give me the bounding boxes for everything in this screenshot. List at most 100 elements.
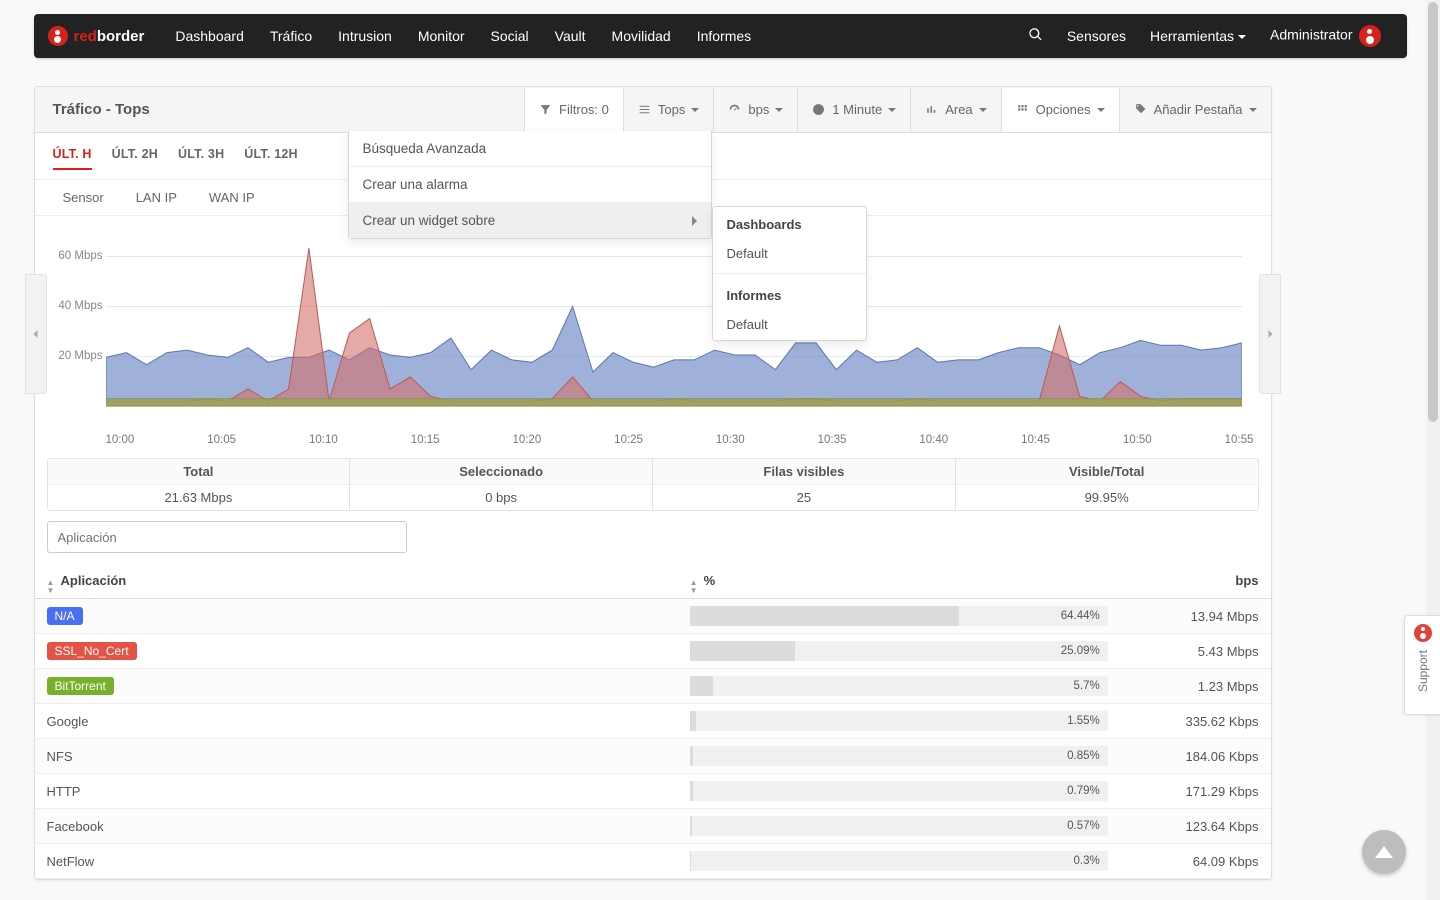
pct-bar: 0.85% (690, 746, 1108, 766)
stat-visible-total: Visible/Total 99.95% (955, 459, 1258, 510)
nav-sensores[interactable]: Sensores (1055, 28, 1138, 44)
app-badge: BitTorrent (47, 677, 114, 695)
table-cell-bps: 64.09 Kbps (1120, 844, 1271, 879)
nav-vault[interactable]: Vault (542, 14, 599, 58)
toolbar-filtros-label: Filtros: 0 (559, 102, 609, 117)
table-row[interactable]: N/A64.44%13.94 Mbps (35, 599, 1271, 634)
pct-bar-label: 0.57% (1067, 816, 1100, 836)
opciones-dropdown: Búsqueda Avanzada Crear una alarma Crear… (348, 131, 712, 239)
nav-trafico[interactable]: Tráfico (257, 14, 325, 58)
table-row[interactable]: BitTorrent 5.7% 1.23 Mbps (35, 669, 1271, 704)
pct-bar-label: 0.85% (1067, 746, 1100, 766)
table-cell-app: HTTP (35, 774, 678, 809)
range-tab-ult-3h[interactable]: ÚLT. 3H (178, 147, 224, 170)
pct-bar-label: 1.55% (1067, 711, 1100, 731)
gauge-icon (728, 103, 741, 116)
brand-red: red (74, 28, 97, 45)
toolbar-bps[interactable]: bps (713, 88, 797, 132)
pct-bar-fill (690, 641, 795, 661)
chart-y-label: 40 Mbps (51, 300, 103, 312)
table-row[interactable]: Google 1.55% 335.62 Kbps (35, 704, 1271, 739)
toolbar-interval[interactable]: 1 Minute (797, 88, 910, 132)
toolbar-opciones[interactable]: Opciones (1001, 88, 1119, 132)
filter-input-wrap (47, 521, 1259, 553)
nav-monitor[interactable]: Monitor (405, 14, 478, 58)
pct-bar-label: 5.7% (1074, 676, 1100, 696)
range-tab-ult-h[interactable]: ÚLT. H (53, 147, 92, 170)
table-cell-bps: 335.62 Kbps (1120, 704, 1271, 739)
table-col-bps[interactable]: bps (1120, 563, 1271, 599)
toolbar-filtros[interactable]: Filtros: 0 (524, 88, 623, 132)
scroll-to-top-button[interactable] (1362, 830, 1406, 874)
stat-seleccionado: Seleccionado 0 bps (349, 459, 652, 510)
nav-informes[interactable]: Informes (684, 14, 764, 58)
chart-area-wrap: 60 Mbps 40 Mbps 20 Mbps 10:00 10:05 10:1… (35, 216, 1271, 452)
pct-bar: 0.57% (690, 816, 1108, 836)
table-cell-bps: 1.23 Mbps (1120, 669, 1271, 704)
metric-tab-wan-ip[interactable]: WAN IP (209, 190, 255, 205)
nav-movilidad[interactable]: Movilidad (599, 14, 684, 58)
nav-dashboard[interactable]: Dashboard (162, 14, 257, 58)
list-icon (638, 103, 651, 116)
table-col-aplicacion[interactable]: Aplicación (35, 563, 678, 599)
table-row[interactable]: NetFlow0.3%64.09 Kbps (35, 844, 1271, 879)
table-row[interactable]: HTTP0.79%171.29 Kbps (35, 774, 1271, 809)
opciones-busqueda-avanzada[interactable]: Búsqueda Avanzada (349, 131, 711, 167)
table-cell-app: Google (35, 704, 678, 739)
toolbar-area[interactable]: Area (910, 88, 1000, 132)
table-cell-bps: 13.94 Mbps (1120, 599, 1271, 634)
filter-icon (539, 103, 552, 116)
submenu-dashboards-default[interactable]: Default (713, 238, 866, 269)
opciones-crear-widget[interactable]: Crear un widget sobre (349, 203, 711, 238)
table-cell-pct: 0.3% (678, 844, 1120, 879)
table-cell-pct: 0.85% (678, 739, 1120, 774)
pct-bar-fill (690, 606, 959, 626)
panel-toolbar: Tráfico - Tops Filtros: 0 Tops bps 1 Min… (35, 87, 1271, 133)
brand-logo[interactable]: redborder (48, 26, 145, 46)
metric-tab-lan-ip[interactable]: LAN IP (136, 190, 177, 205)
toolbar-area-label: Area (945, 102, 972, 117)
app-badge: SSL_No_Cert (47, 642, 137, 660)
application-filter-input[interactable] (47, 521, 407, 553)
avatar-icon (1359, 25, 1381, 47)
table-cell-bps: 184.06 Kbps (1120, 739, 1271, 774)
table-cell-app: SSL_No_Cert (35, 634, 678, 669)
submenu-informes-default[interactable]: Default (713, 309, 866, 340)
support-icon (1414, 624, 1432, 642)
table-col-pct[interactable]: % (678, 563, 1120, 599)
nav-administrator[interactable]: Administrator (1258, 25, 1392, 47)
table-cell-app: NetFlow (35, 844, 678, 879)
table-row[interactable]: SSL_No_Cert25.09%5.43 Mbps (35, 634, 1271, 669)
chart-next-button[interactable] (1259, 274, 1281, 394)
applications-table: Aplicación % bps N/A64.44%13.94 MbpsSSL_… (35, 563, 1271, 879)
toolbar-tops[interactable]: Tops (623, 88, 713, 132)
table-col-pct-label: % (704, 573, 716, 588)
toolbar-anadir-pestana[interactable]: Añadir Pestaña (1119, 88, 1271, 132)
range-tab-ult-12h[interactable]: ÚLT. 12H (244, 147, 297, 170)
table-row[interactable]: Facebook0.57%123.64 Kbps (35, 809, 1271, 844)
opciones-crear-alarma[interactable]: Crear una alarma (349, 167, 711, 203)
table-col-aplicacion-label: Aplicación (61, 573, 127, 588)
nav-intrusion[interactable]: Intrusion (325, 14, 405, 58)
pct-bar-label: 64.44% (1061, 606, 1100, 626)
range-tab-ult-2h[interactable]: ÚLT. 2H (112, 147, 158, 170)
scrollbar-track[interactable] (1426, 0, 1440, 900)
pct-bar-fill (690, 676, 714, 696)
traffic-chart: 60 Mbps 40 Mbps 20 Mbps (51, 226, 1251, 436)
scrollbar-thumb[interactable] (1428, 2, 1438, 422)
table-row[interactable]: NFS0.85%184.06 Kbps (35, 739, 1271, 774)
brand-logo-mark (48, 26, 68, 46)
search-icon[interactable] (1016, 27, 1055, 45)
table-cell-app: Facebook (35, 809, 678, 844)
submenu-divider (713, 273, 866, 274)
chart-prev-button[interactable] (25, 274, 47, 394)
clock-icon (812, 103, 825, 116)
metric-tab-sensor[interactable]: Sensor (63, 190, 104, 205)
nav-herramientas[interactable]: Herramientas (1138, 28, 1258, 44)
stat-total: Total 21.63 Mbps (48, 459, 350, 510)
chart-svg (106, 226, 1242, 416)
pct-bar-label: 0.79% (1067, 781, 1100, 801)
support-tab[interactable]: Support (1404, 615, 1440, 715)
nav-social[interactable]: Social (478, 14, 542, 58)
support-label: Support (1416, 650, 1430, 692)
